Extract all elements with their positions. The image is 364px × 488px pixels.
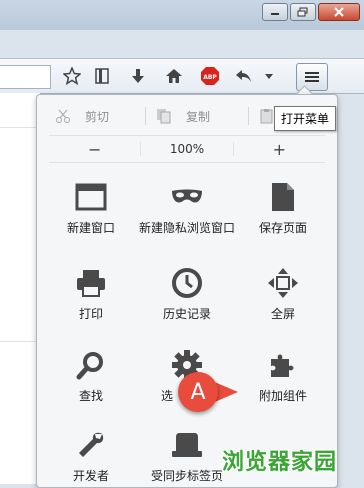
window-titlebar [0, 0, 364, 30]
zoom-level-reset[interactable]: 100% [140, 142, 234, 156]
divider [0, 127, 40, 128]
new-window-icon [71, 177, 111, 217]
close-icon [334, 7, 344, 17]
menu-item-print[interactable]: 打印 [43, 263, 139, 322]
menu-item-label: 新建隐私浏览窗口 [139, 221, 236, 235]
download-arrow-icon[interactable] [128, 67, 148, 85]
copy-button[interactable]: 复制 [156, 108, 238, 125]
restore-button[interactable] [290, 3, 316, 21]
history-dropdown-icon[interactable] [262, 67, 276, 85]
page-content-background [0, 93, 40, 484]
close-button[interactable] [318, 3, 360, 21]
menu-item-label: 附加组件 [258, 389, 307, 403]
annotation-marker-a: A [178, 372, 218, 412]
printer-icon [71, 263, 111, 303]
open-menu-button[interactable] [296, 63, 328, 91]
addons-puzzle-icon [263, 345, 303, 385]
history-clock-icon [167, 263, 207, 303]
minimize-button[interactable] [262, 3, 288, 21]
svg-text:ABP: ABP [203, 74, 217, 81]
menu-item-history[interactable]: 历史记录 [139, 263, 235, 322]
menu-item-label: 开发者 [72, 469, 109, 483]
zoom-in-button[interactable]: + [234, 140, 325, 159]
private-mask-icon [167, 177, 207, 217]
menu-item-synced-tabs[interactable]: 受同步标签页 [139, 425, 235, 484]
save-page-icon [263, 177, 303, 217]
main-menu-panel: 剪切 复制 粘 − 100% + 新建窗口 新建隐私浏览窗口 [36, 94, 338, 488]
menu-item-label: 受同步标签页 [150, 469, 223, 483]
copy-label: 复制 [186, 109, 211, 124]
minimize-icon [271, 13, 279, 15]
site-watermark: 浏览器家园 [222, 450, 338, 475]
menu-item-label: 查找 [78, 389, 103, 403]
menu-item-label: 历史记录 [162, 307, 211, 321]
scissors-icon [56, 109, 70, 123]
fullscreen-icon [263, 263, 303, 303]
restore-icon [297, 7, 308, 17]
menu-item-label: 保存页面 [258, 221, 307, 235]
cut-label: 剪切 [85, 109, 110, 124]
url-bar[interactable] [0, 65, 51, 89]
paste-clipboard-icon [260, 109, 273, 124]
hamburger-menu-icon [305, 72, 319, 82]
menu-item-save-page[interactable]: 保存页面 [235, 177, 331, 236]
window-controls [260, 3, 360, 21]
menu-item-find[interactable]: 查找 [43, 345, 139, 404]
developer-wrench-icon [71, 425, 111, 465]
menu-item-addons[interactable]: 附加组件 [235, 345, 331, 404]
separator [145, 107, 146, 125]
bookmark-star-icon[interactable] [62, 67, 82, 85]
navigation-toolbar: ABP [0, 58, 364, 94]
menu-item-new-private-window[interactable]: 新建隐私浏览窗口 [139, 177, 235, 236]
home-icon[interactable] [164, 67, 184, 85]
adblock-abp-icon[interactable]: ABP [200, 67, 220, 85]
divider [0, 341, 40, 342]
menu-item-developer[interactable]: 开发者 [43, 425, 139, 484]
cut-button[interactable]: 剪切 [45, 108, 135, 125]
menu-item-fullscreen[interactable]: 全屏 [235, 263, 331, 322]
back-arrow-icon[interactable] [234, 67, 254, 85]
menu-item-label: 打印 [78, 307, 103, 321]
menu-item-new-window[interactable]: 新建窗口 [43, 177, 139, 236]
search-magnifier-icon [71, 345, 111, 385]
zoom-out-button[interactable]: − [49, 140, 140, 159]
menu-item-label: 新建窗口 [66, 221, 115, 235]
menu-item-label: 全屏 [270, 307, 295, 321]
copy-icon [157, 109, 171, 124]
menu-tooltip: 打开菜单 [274, 106, 337, 131]
sync-tabs-icon [167, 425, 207, 465]
bookmarks-list-icon[interactable] [92, 67, 112, 85]
zoom-controls: − 100% + [49, 135, 325, 163]
separator [248, 107, 249, 125]
